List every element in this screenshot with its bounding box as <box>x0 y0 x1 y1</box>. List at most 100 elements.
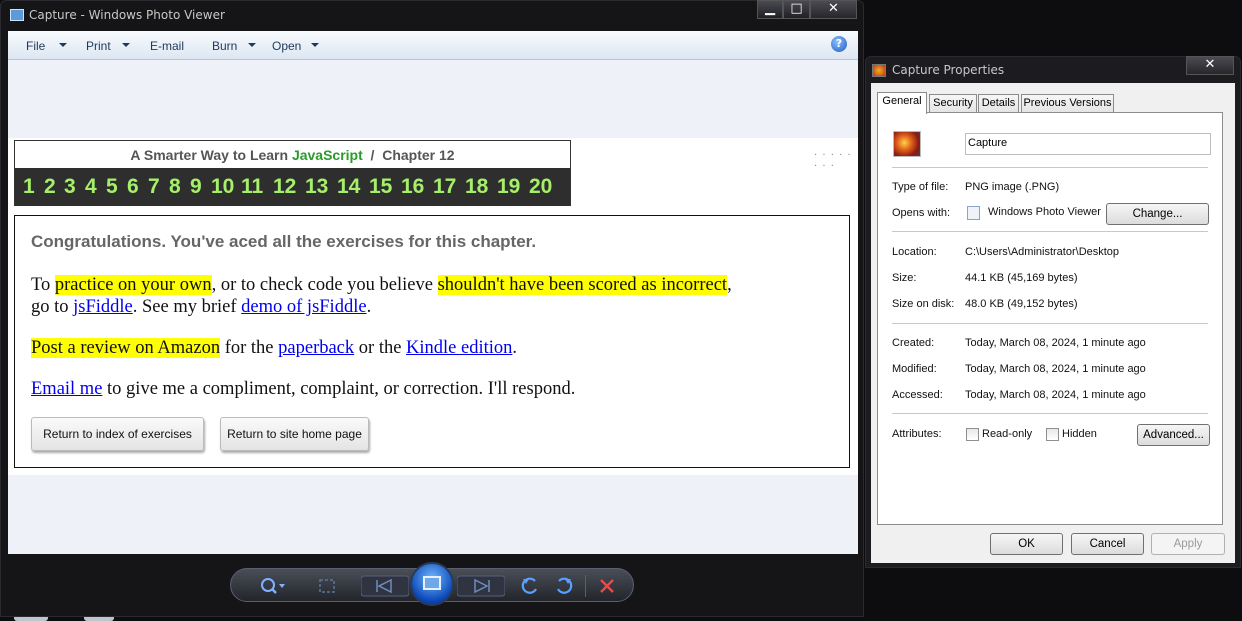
created-value: Today, March 08, 2024, 1 minute ago <box>965 337 1146 349</box>
accessed-label: Accessed: <box>892 389 943 401</box>
cancel-button[interactable]: Cancel <box>1071 533 1144 555</box>
rotate-ccw-icon[interactable] <box>519 575 541 597</box>
chevron-down-icon[interactable] <box>248 43 256 47</box>
chapter-link-7[interactable]: 7 <box>148 175 160 199</box>
delete-icon[interactable] <box>598 577 616 595</box>
slideshow-button[interactable] <box>410 562 454 606</box>
return-home-button[interactable]: Return to site home page <box>220 417 369 451</box>
chapter-link-17[interactable]: 17 <box>433 175 456 199</box>
chapter-link-14[interactable]: 14 <box>337 175 360 199</box>
menu-email[interactable]: E-mail <box>150 39 184 53</box>
fit-icon[interactable] <box>317 577 337 595</box>
chapter-link-9[interactable]: 9 <box>190 175 202 199</box>
read-only-label[interactable]: Read-only <box>982 428 1032 440</box>
separator <box>892 167 1208 168</box>
hidden-label[interactable]: Hidden <box>1062 428 1097 440</box>
jsfiddle-demo-link[interactable]: demo of jsFiddle <box>241 297 366 317</box>
chapter-header: A Smarter Way to Learn JavaScript / Chap… <box>14 140 571 206</box>
menu-print[interactable]: Print <box>86 39 111 53</box>
chapter-link-13[interactable]: 13 <box>305 175 328 199</box>
opens-label: Opens with: <box>892 207 951 219</box>
created-label: Created: <box>892 337 935 349</box>
chapter-link-15[interactable]: 15 <box>369 175 392 199</box>
advanced-button[interactable]: Advanced... <box>1137 424 1210 446</box>
location-value: C:\Users\Administrator\Desktop <box>965 246 1120 258</box>
next-icon[interactable] <box>457 575 505 597</box>
chevron-down-icon[interactable] <box>311 43 319 47</box>
divider <box>585 575 586 597</box>
chapter-link-2[interactable]: 2 <box>44 175 56 199</box>
size-on-disk-label: Size on disk: <box>892 298 955 310</box>
size-label: Size: <box>892 272 917 284</box>
menu-open[interactable]: Open <box>272 39 301 53</box>
chapter-link-10[interactable]: 10 <box>211 175 234 199</box>
chevron-down-icon[interactable] <box>59 43 67 47</box>
size-on-disk-value: 48.0 KB (49,152 bytes) <box>965 298 1078 310</box>
paragraph-review: Post a review on Amazon for the paperbac… <box>31 338 518 358</box>
close-button[interactable]: ✕ <box>810 0 857 19</box>
tab-details[interactable]: Details <box>978 94 1019 113</box>
photo-viewer-app-icon <box>10 9 24 21</box>
file-name-field[interactable]: Capture <box>965 133 1211 155</box>
paperback-link[interactable]: paperback <box>278 338 354 358</box>
tab-previous-versions[interactable]: Previous Versions <box>1021 94 1114 113</box>
chapter-link-1[interactable]: 1 <box>23 175 35 199</box>
general-panel: Capture Type of file: PNG image (.PNG) O… <box>877 112 1223 525</box>
chevron-down-icon[interactable] <box>122 43 130 47</box>
apply-button[interactable]: Apply <box>1151 533 1225 555</box>
file-thumbnail-icon <box>893 131 921 157</box>
hidden-checkbox[interactable] <box>1046 428 1059 441</box>
chapter-title: A Smarter Way to Learn JavaScript / Chap… <box>130 147 455 163</box>
zoom-icon[interactable] <box>259 576 287 596</box>
minimize-button[interactable]: ▁ <box>757 0 783 19</box>
email-link[interactable]: Email me <box>31 379 102 399</box>
menu-file[interactable]: File <box>26 39 45 53</box>
return-index-button[interactable]: Return to index of exercises <box>31 417 204 451</box>
maximize-button[interactable]: □ <box>783 0 810 19</box>
chapter-link-12[interactable]: 12 <box>273 175 296 199</box>
size-value: 44.1 KB (45,169 bytes) <box>965 272 1078 284</box>
type-value: PNG image (.PNG) <box>965 181 1060 193</box>
previous-icon[interactable] <box>361 575 409 597</box>
congrats-heading: Congratulations. You've aced all the exe… <box>31 232 537 251</box>
chapter-link-18[interactable]: 18 <box>465 175 488 199</box>
location-label: Location: <box>892 246 937 258</box>
slideshow-icon <box>423 576 441 590</box>
jsfiddle-link[interactable]: jsFiddle <box>73 297 133 317</box>
chapter-number-bar: 1 2 3 4 5 6 7 8 9 10 11 12 13 14 15 16 17 18 19 20 <box>15 168 570 206</box>
chapter-link-5[interactable]: 5 <box>106 175 118 199</box>
paragraph-practice: To practice on your own, or to check cod… <box>31 275 732 295</box>
menu-bar: File Print E-mail Burn Open ? <box>8 31 858 60</box>
opens-value: Windows Photo Viewer <box>988 206 1101 218</box>
properties-title: Capture Properties <box>892 63 1005 77</box>
tab-general[interactable]: General <box>877 92 927 114</box>
window-title: Capture - Windows Photo Viewer <box>29 8 225 22</box>
chapter-link-20[interactable]: 20 <box>529 175 552 199</box>
read-only-checkbox[interactable] <box>966 428 979 441</box>
image-canvas: A Smarter Way to Learn JavaScript / Chap… <box>8 60 858 554</box>
kindle-link[interactable]: Kindle edition <box>406 338 512 358</box>
displayed-image: A Smarter Way to Learn JavaScript / Chap… <box>8 138 858 475</box>
completion-box: Congratulations. You've aced all the exe… <box>14 215 850 468</box>
photo-viewer-icon <box>967 206 980 220</box>
chapter-link-11[interactable]: 11 <box>241 175 263 199</box>
paragraph-email: Email me to give me a compliment, compla… <box>31 379 576 399</box>
modified-value: Today, March 08, 2024, 1 minute ago <box>965 363 1146 375</box>
chapter-link-19[interactable]: 19 <box>497 175 520 199</box>
help-icon[interactable]: ? <box>831 36 847 52</box>
chapter-link-8[interactable]: 8 <box>169 175 181 199</box>
properties-close-button[interactable]: ✕ <box>1186 56 1234 75</box>
separator <box>892 413 1208 414</box>
tab-security[interactable]: Security <box>929 94 977 113</box>
ok-button[interactable]: OK <box>990 533 1063 555</box>
chapter-link-3[interactable]: 3 <box>64 175 76 199</box>
chapter-link-16[interactable]: 16 <box>401 175 424 199</box>
chapter-link-6[interactable]: 6 <box>127 175 139 199</box>
attributes-label: Attributes: <box>892 428 942 440</box>
rotate-cw-icon[interactable] <box>553 575 575 597</box>
change-button[interactable]: Change... <box>1106 203 1209 225</box>
menu-burn[interactable]: Burn <box>212 39 237 53</box>
chapter-link-4[interactable]: 4 <box>85 175 97 199</box>
dotted-divider: · · · · · · · · <box>814 150 852 172</box>
image-file-icon <box>872 64 886 77</box>
